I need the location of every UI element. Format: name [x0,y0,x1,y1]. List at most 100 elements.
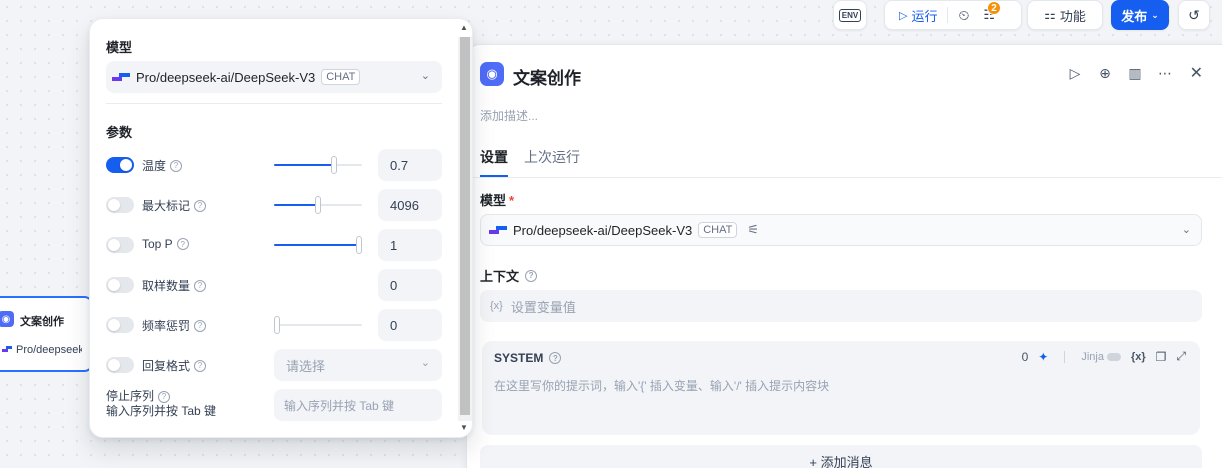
help-icon[interactable]: ? [176,238,189,250]
slider-fill [274,204,318,206]
node-model-name: Pro/deepseek [16,344,82,356]
insert-variable-icon[interactable]: {x} [1131,351,1146,363]
scroll-down-icon[interactable]: ▼ [460,423,468,432]
system-prompt-title: SYSTEM? [494,351,562,365]
more-icon[interactable]: ⋯ [1157,65,1173,81]
panel-actions: ▷ ⊕ ▥ ⋯ [1067,65,1173,81]
play-icon: ▷ [899,9,908,22]
copy-icon[interactable]: ❐ [1156,350,1167,364]
param-value-input[interactable]: 0 [378,309,442,341]
param-value-input[interactable]: 0 [378,269,442,301]
param-value-input[interactable]: 1 [378,229,442,261]
stop-sequence-input[interactable]: 输入序列并按 Tab 键 [274,389,442,421]
system-prompt-editor[interactable]: SYSTEM? 0 ✦ Jinja {x} ❐ ⤢ 在这里写你的提示词，输入'{… [482,341,1200,435]
help-icon[interactable]: ? [525,269,538,282]
features-button[interactable]: ⚏ 功能 [1027,0,1103,30]
panel-tabs: 设置 上次运行 [480,147,580,177]
run-node-icon[interactable]: ▷ [1067,65,1083,81]
scroll-thumb[interactable] [460,37,470,415]
workflow-node[interactable]: ◉ 文案创作 Pro/deepseek [0,296,94,372]
model-provider-icon [112,73,130,81]
param-slider[interactable] [274,236,362,254]
checklist-icon[interactable]: ☷ 2 [983,1,1002,23]
help-icon[interactable]: ? [158,390,171,403]
popover-model-select[interactable]: Pro/deepseek-ai/DeepSeek-V3 CHAT ⌄ [106,61,442,93]
help-icon[interactable]: ? [170,159,183,172]
ai-sparkle-icon[interactable]: ✦ [1038,350,1048,364]
param-toggle[interactable] [106,237,134,253]
node-title: 文案创作 [20,316,64,328]
model-name: Pro/deepseek-ai/DeepSeek-V3 [513,222,693,238]
features-icon: ⚏ [1044,7,1056,22]
help-icon[interactable]: ? [194,199,207,212]
popover-model-name: Pro/deepseek-ai/DeepSeek-V3 [136,69,316,85]
param-value-input[interactable]: 4096 [378,189,442,221]
help-icon[interactable]: ? [194,279,207,292]
variable-icon: {x} [490,300,503,312]
model-mode-tag: CHAT [698,222,738,238]
add-message-button[interactable]: + 添加消息 [480,445,1202,468]
model-mode-tag: CHAT [321,69,361,85]
system-prompt-tools: 0 ✦ Jinja {x} ❐ ⤢ [1022,349,1186,364]
divider [1064,350,1066,363]
scroll-up-icon[interactable]: ▲ [460,23,468,32]
params-label: 参数 [106,125,133,140]
chevron-down-icon: ⌄ [1181,224,1191,236]
param-label: 回复格式? [142,357,207,374]
chevron-down-icon: ⌄ [420,70,430,82]
node-settings-panel: ◉ 文案创作 ▷ ⊕ ▥ ⋯ ✕ 添加描述... 设置 上次运行 模型 * Pro… [466,44,1222,468]
expand-icon[interactable]: ⤢ [1176,349,1186,364]
param-row: 温度? 0.7 [106,149,442,181]
param-toggle[interactable] [106,317,134,333]
param-row: 取样数量? 0 [106,269,442,301]
run-button[interactable]: ▷ 运行 [899,6,937,25]
param-label: 频率惩罚? [142,317,207,334]
run-toolbar-group: ▷ 运行 ⏲ ☷ 2 [884,0,1022,30]
param-toggle[interactable] [106,357,134,373]
param-value-input[interactable]: 0.7 [378,149,442,181]
context-variable-input[interactable]: {x} 设置变量值 [480,290,1202,322]
param-slider[interactable] [274,316,362,334]
param-label: 温度? [142,157,183,174]
divider [947,7,949,23]
param-row: 回复格式? 请选择 ⌄ [106,349,442,381]
help-icon[interactable]: ? [549,352,562,364]
history-icon: ↺ [1188,6,1200,23]
response-format-select[interactable]: 请选择 ⌄ [274,349,442,381]
tab-last-run[interactable]: 上次运行 [524,147,580,177]
node-llm-icon: ◉ [0,311,14,327]
popover-scrollbar[interactable]: ▲ ▼ [458,23,472,432]
publish-button[interactable]: 发布 ⌄ [1111,0,1169,30]
model-select[interactable]: Pro/deepseek-ai/DeepSeek-V3 CHAT ⚟ ⌄ [480,214,1202,246]
node-llm-icon: ◉ [480,62,504,86]
param-slider[interactable] [274,196,362,214]
description-input[interactable]: 添加描述... [480,107,538,124]
model-provider-icon [2,346,12,352]
tab-settings[interactable]: 设置 [480,147,508,177]
param-slider[interactable] [274,156,362,174]
help-icon[interactable]: ? [194,319,207,332]
sliders-icon[interactable]: ⚟ [747,222,759,238]
param-label: 取样数量? [142,277,207,294]
env-icon: ENV [838,8,862,22]
help-icon[interactable]: ? [194,359,207,372]
slider-handle[interactable] [274,316,280,334]
param-toggle[interactable] [106,157,134,173]
close-icon[interactable]: ✕ [1190,63,1203,83]
param-toggle[interactable] [106,277,134,293]
panel-title[interactable]: 文案创作 [513,64,581,89]
system-prompt-placeholder: 在这里写你的提示词，输入'{' 插入变量、输入'/' 插入提示内容块 [494,379,830,393]
slider-handle[interactable] [315,196,321,214]
crosshair-icon[interactable]: ⊕ [1097,65,1113,81]
slider-handle[interactable] [331,156,338,174]
book-icon[interactable]: ▥ [1127,65,1143,81]
param-row: Top P? 1 [106,229,442,261]
jinja-toggle[interactable]: Jinja [1081,351,1121,363]
env-button[interactable]: ENV [833,0,867,30]
history-run-icon[interactable]: ⏲ [958,7,969,24]
version-history-button[interactable]: ↺ [1178,0,1210,30]
param-toggle[interactable] [106,197,134,213]
slider-fill [274,244,362,246]
divider [467,177,1222,178]
slider-handle[interactable] [356,236,362,254]
